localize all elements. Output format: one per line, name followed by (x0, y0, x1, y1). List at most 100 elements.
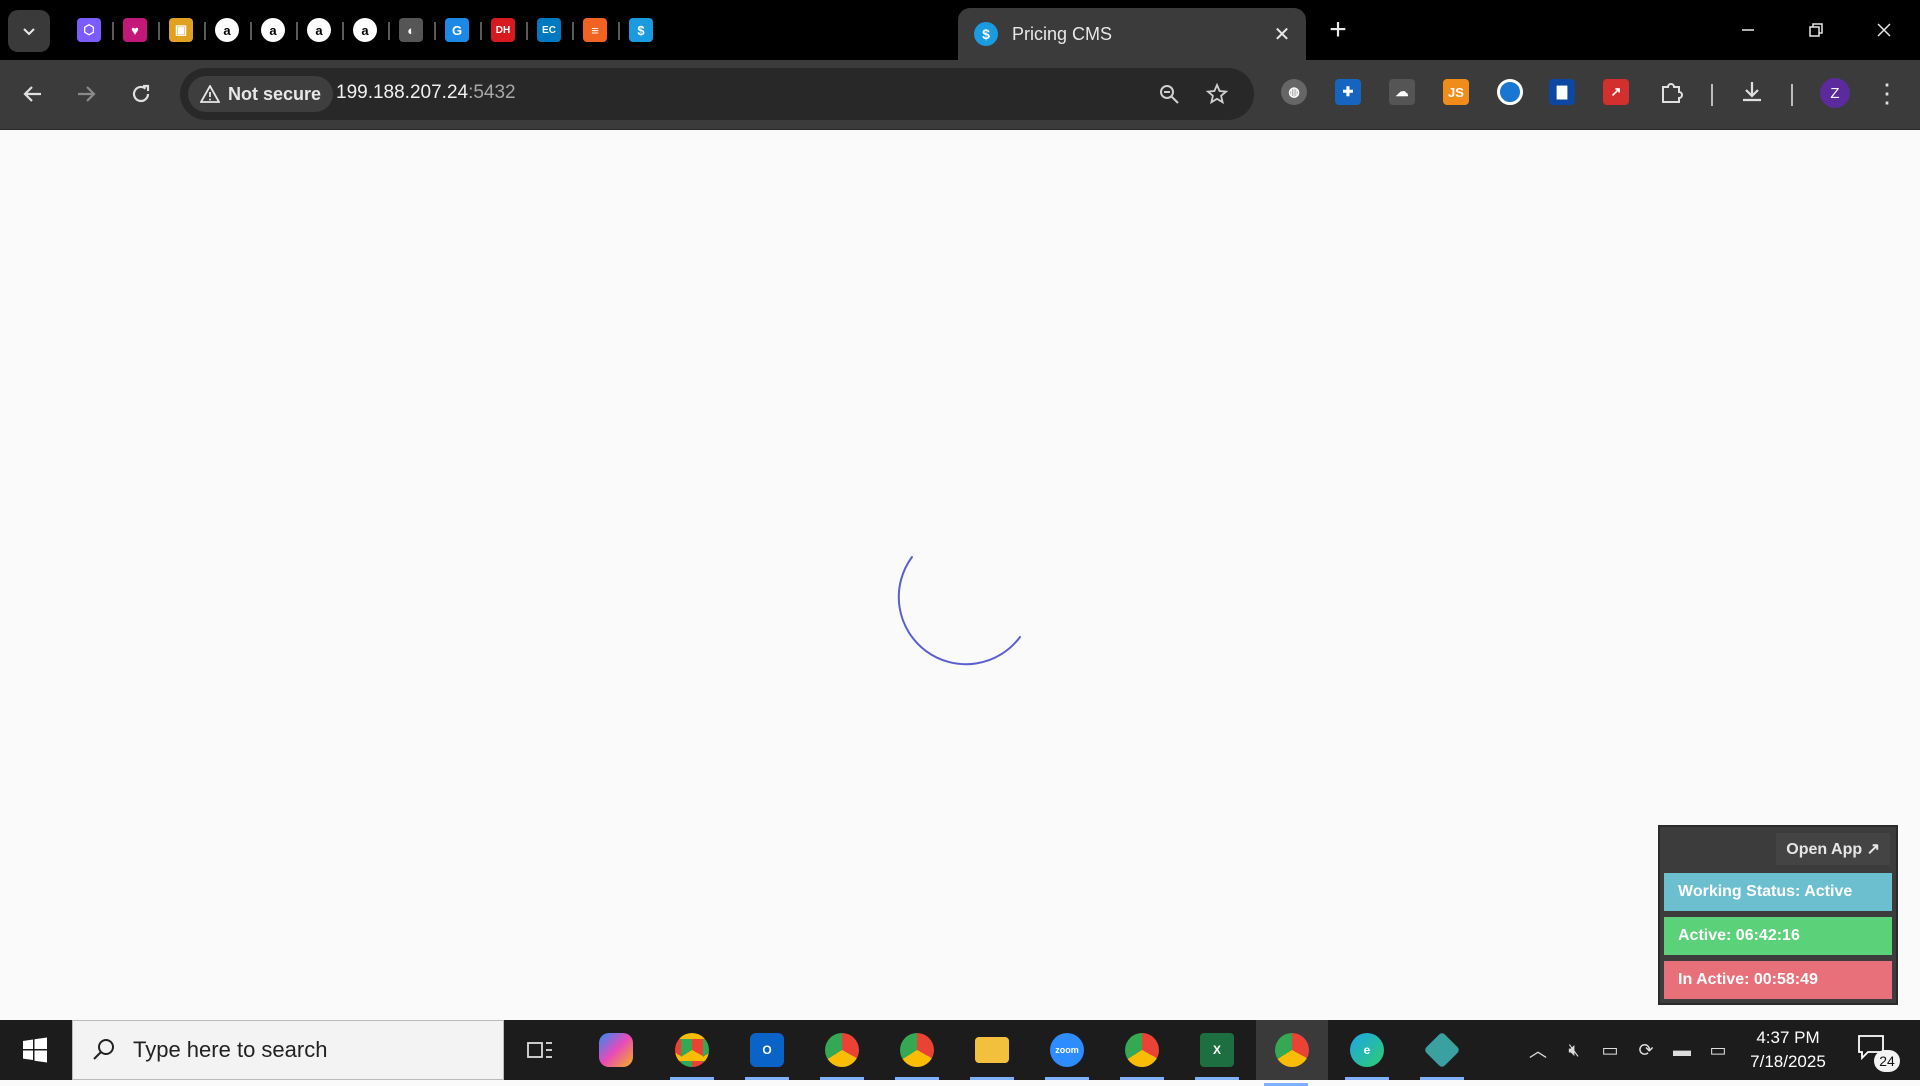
pinned-tab[interactable]: a (296, 10, 342, 50)
active-tab[interactable]: $ Pricing CMS ✕ (958, 8, 1306, 60)
pinned-tab[interactable]: ▣ (158, 10, 204, 50)
working-status-badge: Working Status: Active (1664, 873, 1892, 911)
dollar-favicon-icon: $ (974, 22, 998, 46)
task-view-icon[interactable] (510, 1026, 570, 1074)
cloud-extension-icon[interactable]: ☁ (1388, 78, 1416, 106)
clock-date: 7/18/2025 (1750, 1052, 1826, 1071)
toolbar-divider (1791, 84, 1793, 106)
address-bar[interactable]: Not secure 199.188.207.24:5432 (180, 68, 1254, 120)
forward-button[interactable] (66, 74, 106, 114)
url-text[interactable]: 199.188.207.24:5432 (336, 82, 516, 104)
meet-now-icon[interactable]: ▭ (1598, 1038, 1622, 1062)
pinned-tab[interactable]: $ (618, 10, 664, 50)
chrome-profile-app-icon[interactable] (887, 1026, 947, 1080)
puzzle-blue-extension-icon[interactable]: ✚ (1334, 78, 1362, 106)
chevron-up-icon[interactable]: ︿ (1526, 1038, 1550, 1062)
start-button[interactable] (0, 1020, 70, 1080)
search-icon (93, 1039, 114, 1060)
g-tab-icon: G (445, 18, 469, 42)
reload-button[interactable] (121, 74, 161, 114)
amazon-tab-icon: a (353, 18, 377, 42)
cube-tab-icon: ⬡ (77, 18, 101, 42)
amazon-tab-icon: a (261, 18, 285, 42)
page-content (0, 131, 1920, 1020)
system-clock[interactable]: 4:37 PM 7/18/2025 (1738, 1026, 1838, 1074)
stack-tab-icon: ≡ (583, 18, 607, 42)
outlook-app-icon[interactable]: O (737, 1026, 797, 1080)
security-label: Not secure (228, 83, 322, 104)
pinned-tab[interactable]: EC (526, 10, 572, 50)
search-placeholder: Type here to search (133, 1037, 328, 1062)
pinned-tab[interactable]: a (204, 10, 250, 50)
tab-title: Pricing CMS (1012, 23, 1113, 44)
url-port: :5432 (468, 82, 516, 103)
sync-icon[interactable]: ⟳ (1634, 1038, 1658, 1062)
amazon-tab-icon: a (307, 18, 331, 42)
open-app-button[interactable]: Open App ↗ (1776, 833, 1890, 865)
pinned-tab[interactable]: ⬡ (66, 10, 112, 50)
browser-toolbar: Not secure 199.188.207.24:5432 ◍ ✚ ☁ JS … (0, 60, 1920, 130)
excel-app-icon[interactable]: X (1187, 1026, 1247, 1080)
zoom-icon[interactable] (1154, 79, 1184, 109)
restore-window-icon[interactable] (1782, 0, 1850, 60)
bookmark-star-icon[interactable] (1202, 79, 1232, 109)
pinned-tab[interactable]: a (342, 10, 388, 50)
copilot-app-icon[interactable] (586, 1026, 646, 1074)
taskbar-search-box[interactable]: Type here to search (72, 1020, 504, 1080)
security-chip[interactable]: Not secure (188, 76, 334, 112)
download-icon[interactable] (1738, 78, 1766, 106)
pinned-tab[interactable]: a (250, 10, 296, 50)
notification-center-icon[interactable]: 24 (1856, 1032, 1900, 1072)
pinned-tab[interactable]: DH (480, 10, 526, 50)
dh-tab-icon: DH (491, 18, 515, 42)
globe-extension-icon[interactable]: ◍ (1280, 78, 1308, 106)
tab-strip: ⬡ ♥ ▣ a a a a ◐ G DH EC ≡ $ $ Pricing CMS ✕ + (0, 0, 1920, 60)
clock-time: 4:37 PM (1756, 1028, 1820, 1047)
loading-spinner-icon (897, 556, 1021, 666)
chrome-profile-app-icon[interactable] (812, 1026, 872, 1080)
chevron-down-icon (23, 28, 35, 36)
globe-tab-icon: ◐ (399, 18, 423, 42)
js-extension-icon[interactable]: JS (1442, 78, 1470, 106)
diamond-app-icon[interactable] (1412, 1026, 1472, 1080)
url-host: 199.188.207.24 (336, 82, 469, 103)
back-button[interactable] (13, 74, 53, 114)
pinned-tab[interactable]: ♥ (112, 10, 158, 50)
network-icon[interactable]: ▭ (1706, 1038, 1730, 1062)
warning-icon (200, 85, 220, 103)
toolbar-divider (1711, 84, 1713, 106)
pinned-tab[interactable]: ◐ (388, 10, 434, 50)
tab-search-button[interactable] (8, 10, 50, 52)
ec-tab-icon: EC (537, 18, 561, 42)
circle-extension-icon[interactable] (1496, 78, 1524, 106)
new-tab-button[interactable]: + (1320, 12, 1356, 48)
close-window-icon[interactable] (1850, 0, 1918, 60)
arrow-extension-icon[interactable]: ↗ (1602, 78, 1630, 106)
chrome-active-app-icon[interactable] (1256, 1020, 1328, 1086)
time-tracker-widget: Open App ↗ Working Status: Active Active… (1658, 825, 1898, 1005)
file-explorer-app-icon[interactable] (962, 1026, 1022, 1080)
profile-avatar[interactable]: Z (1820, 78, 1850, 108)
active-time-badge: Active: 06:42:16 (1664, 917, 1892, 955)
pinned-tabs: ⬡ ♥ ▣ a a a a ◐ G DH EC ≡ $ (66, 10, 664, 50)
minimize-window-icon[interactable] (1714, 0, 1782, 60)
amazon-tab-icon: a (215, 18, 239, 42)
extensions-puzzle-icon[interactable] (1658, 78, 1686, 106)
pinned-tab[interactable]: G (434, 10, 480, 50)
muted-speaker-icon[interactable]: 🔇︎ (1562, 1038, 1586, 1062)
battery-icon[interactable]: ▬ (1670, 1038, 1694, 1062)
inactive-time-badge: In Active: 00:58:49 (1664, 961, 1892, 999)
dollar-tab-icon: $ (629, 18, 653, 42)
kebab-menu-icon[interactable]: ⋮ (1872, 78, 1902, 108)
edge-app-icon[interactable]: e (1337, 1026, 1397, 1080)
chrome-profile-app-icon[interactable] (662, 1026, 722, 1080)
box-tab-icon: ▣ (169, 18, 193, 42)
chart-extension-icon[interactable]: ▇ (1548, 78, 1576, 106)
zoom-app-icon[interactable]: zoom (1037, 1026, 1097, 1080)
notification-count-badge: 24 (1874, 1050, 1900, 1072)
close-tab-icon[interactable]: ✕ (1268, 20, 1296, 48)
windows-logo-icon (23, 1037, 47, 1063)
pinned-tab[interactable]: ≡ (572, 10, 618, 50)
windows-taskbar: Type here to search O zoom X e ︿ 🔇︎ ▭ ⟳ … (0, 1020, 1920, 1086)
chrome-app-icon[interactable] (1112, 1026, 1172, 1080)
